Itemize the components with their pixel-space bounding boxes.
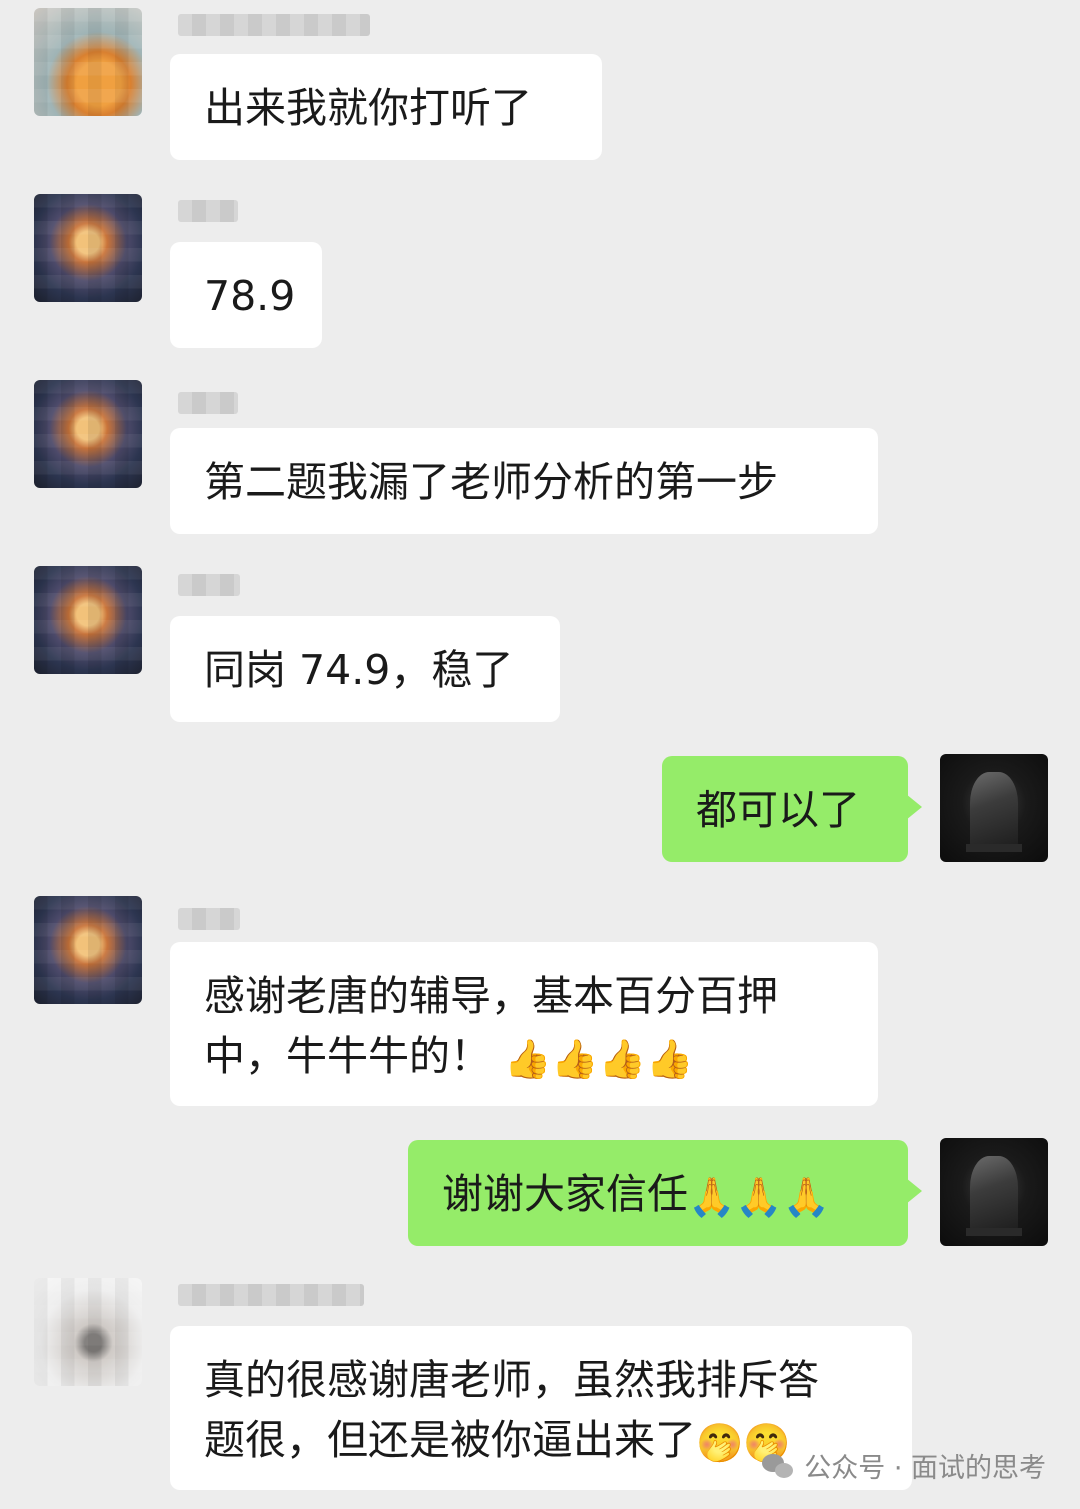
avatar-icon[interactable] bbox=[940, 1138, 1048, 1246]
avatar-icon[interactable] bbox=[34, 380, 142, 488]
statue-icon bbox=[970, 772, 1018, 850]
message-text-line2: 中，牛牛牛的！ bbox=[204, 1032, 491, 1080]
wechat-icon bbox=[762, 1452, 796, 1480]
message-bubble[interactable]: 出来我就你打听了 bbox=[170, 54, 602, 160]
message-bubble[interactable]: 第二题我漏了老师分析的第一步 bbox=[170, 428, 878, 534]
message-text: 78.9 bbox=[204, 272, 296, 320]
avatar-icon[interactable] bbox=[34, 1278, 142, 1386]
message-text: 第二题我漏了老师分析的第一步 bbox=[204, 458, 778, 506]
avatar-icon[interactable] bbox=[34, 8, 142, 116]
message-bubble[interactable]: 同岗 74.9，稳了 bbox=[170, 616, 560, 722]
avatar-icon[interactable] bbox=[34, 896, 142, 1004]
sender-name bbox=[178, 1284, 364, 1306]
message-text: 同岗 74.9，稳了 bbox=[204, 646, 514, 694]
folded-hands-icon: 🙏🙏🙏 bbox=[688, 1175, 830, 1219]
sender-name bbox=[178, 200, 238, 222]
message-bubble[interactable]: 都可以了 bbox=[662, 756, 922, 862]
watermark: 公众号 · 面试的思考 bbox=[762, 1446, 1046, 1485]
message-bubble[interactable]: 78.9 bbox=[170, 242, 322, 348]
message-text: 感谢老唐的辅导，基本百分百押 bbox=[204, 972, 778, 1020]
watermark-text: 公众号 · 面试的思考 bbox=[804, 1453, 1046, 1484]
sender-name bbox=[178, 908, 240, 930]
message-bubble[interactable]: 谢谢大家信任🙏🙏🙏 bbox=[408, 1140, 922, 1246]
sender-name bbox=[178, 14, 370, 36]
sender-name bbox=[178, 392, 238, 414]
sender-name bbox=[178, 574, 240, 596]
message-text: 都可以了 bbox=[696, 786, 860, 834]
avatar-icon[interactable] bbox=[940, 754, 1048, 862]
thumbs-up-icon: 👍👍👍👍 bbox=[504, 1037, 694, 1081]
message-text: 谢谢大家信任 bbox=[442, 1170, 688, 1218]
avatar-icon[interactable] bbox=[34, 194, 142, 302]
message-text-line2: 题很，但还是被你逼出来了 bbox=[204, 1416, 696, 1464]
message-text: 真的很感谢唐老师，虽然我排斥答 bbox=[204, 1356, 819, 1404]
message-bubble[interactable]: 感谢老唐的辅导，基本百分百押 中，牛牛牛的！ 👍👍👍👍 bbox=[170, 942, 878, 1106]
message-text: 出来我就你打听了 bbox=[204, 84, 532, 132]
statue-icon bbox=[970, 1156, 1018, 1234]
avatar-icon[interactable] bbox=[34, 566, 142, 674]
